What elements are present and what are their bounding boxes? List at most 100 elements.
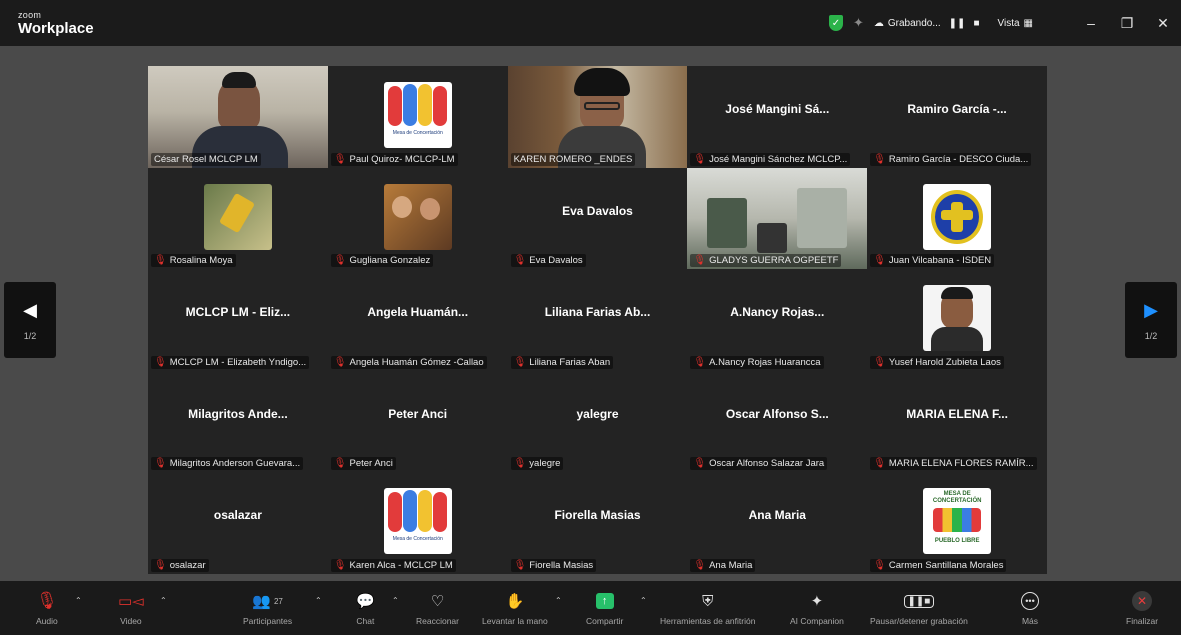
participant-display-name: Ramiro García -...	[907, 102, 1007, 116]
participant-tile[interactable]: Angela Huamán... 🎙 Angela Huamán Gómez -Ca…	[327, 269, 508, 371]
participant-name: Milagritos Anderson Guevara...	[169, 458, 301, 470]
ai-companion-label: AI Companion	[790, 616, 844, 626]
raise-hand-button[interactable]: ✋ Levantar la mano	[482, 581, 548, 635]
participant-name-label: 🎙 GLADYS GUERRA OGPEETF	[690, 254, 842, 268]
participant-display-name: Milagritos Ande...	[188, 406, 288, 421]
view-button[interactable]: Vista ▦	[997, 18, 1033, 29]
participant-tile[interactable]: yalegre 🎙 yalegre	[507, 370, 688, 473]
participants-label: Participantes	[243, 616, 293, 626]
participant-name: GLADYS GUERRA OGPEETF	[709, 255, 839, 267]
pause-recording-button[interactable]: ❚❚■ Pausar/detener grabación	[870, 581, 968, 635]
participants-caret-icon[interactable]: ⌃	[315, 596, 322, 605]
mic-muted-icon: 🎙	[333, 559, 347, 571]
video-button[interactable]: ▭◅ Video	[118, 581, 144, 635]
participant-name-label: 🎙 Paul Quiroz- MCLCP-LM	[330, 152, 458, 166]
next-page-button[interactable]: ▶ 1/2	[1125, 282, 1177, 358]
participant-display-name: Liliana Farias Ab...	[544, 305, 651, 320]
security-shield-icon[interactable]: ✓	[828, 15, 843, 31]
stop-icon[interactable]: ■	[973, 18, 979, 29]
participant-name: Eva Davalos	[529, 255, 583, 267]
participant-tile[interactable]: osalazar 🎙 osalazar	[148, 472, 328, 574]
end-meeting-button[interactable]: ✕ Finalizar	[1126, 581, 1158, 635]
participant-tile[interactable]: A.Nancy Rojas... 🎙 A.Nancy Rojas Huarancca	[687, 269, 868, 371]
participant-tile[interactable]: KAREN ROMERO _ENDES	[507, 66, 688, 168]
participant-name: Rosalina Moya	[169, 255, 233, 267]
audio-caret-icon[interactable]: ⌃	[75, 596, 82, 605]
video-caret-icon[interactable]: ⌃	[160, 596, 167, 605]
participant-name: A.Nancy Rojas Huarancca	[709, 356, 821, 368]
participant-name: Yusef Harold Zubieta Laos	[888, 356, 1001, 368]
mic-muted-icon: 🎙	[333, 255, 347, 267]
meeting-stage: ◀ 1/2 César Rosel MCLCP LM Mesa de Concer…	[0, 46, 1181, 581]
share-screen-icon: ↑	[595, 593, 614, 609]
participant-tile[interactable]: Ana Maria 🎙 Ana Maria	[687, 472, 868, 574]
participant-name-label: 🎙 MARIA ELENA FLORES RAMÍR...	[870, 457, 1037, 471]
end-x-icon: ✕	[1132, 591, 1153, 611]
host-tools-button[interactable]: ⛨ Herramientas de anfitrión	[660, 581, 755, 635]
participants-count: 27	[273, 596, 283, 606]
participant-tile[interactable]: MARIA ELENA F... 🎙 MARIA ELENA FLORES RAMÍ…	[867, 370, 1047, 473]
raise-hand-caret-icon[interactable]: ⌃	[555, 596, 562, 605]
participant-name: Fiorella Masias	[529, 559, 594, 571]
previous-page-button[interactable]: ◀ 1/2	[4, 282, 56, 358]
close-icon[interactable]: ✕	[1145, 15, 1181, 32]
participant-tile[interactable]: Milagritos Ande... 🎙 Milagritos Anderson G…	[148, 370, 328, 473]
participant-tile[interactable]: José Mangini Sá... 🎙 José Mangini Sánchez …	[687, 66, 868, 168]
app-brand: zoom Workplace	[18, 10, 94, 36]
ai-sparkle-icon[interactable]: ✦	[853, 15, 864, 31]
pause-icon[interactable]: ❚❚	[949, 18, 966, 29]
react-button[interactable]: ♡ Reaccionar	[416, 581, 459, 635]
participant-name: MARIA ELENA FLORES RAMÍR...	[888, 458, 1034, 470]
participant-name-label: 🎙 Milagritos Anderson Guevara...	[151, 457, 304, 471]
participant-name: yalegre	[529, 458, 561, 470]
participants-button[interactable]: 👥 27 Participantes	[243, 581, 292, 635]
participant-tile[interactable]: Liliana Farias Ab... 🎙 Liliana Farias Aban	[507, 269, 688, 371]
mic-muted-icon: 🎙	[513, 458, 527, 470]
participant-tile[interactable]: 🎙 Gugliana Gonzalez	[327, 167, 508, 270]
chat-button[interactable]: 💬 Chat	[356, 581, 375, 635]
participant-name: osalazar	[169, 559, 206, 571]
more-icon: •••	[1021, 590, 1039, 612]
participant-tile[interactable]: Ramiro García -... 🎙 Ramiro García - DESCO…	[867, 66, 1047, 168]
video-off-icon: ▭◅	[118, 593, 144, 610]
end-label: Finalizar	[1126, 616, 1159, 626]
participant-tile[interactable]: MCLCP LM - Eliz... 🎙 MCLCP LM - Elizabeth …	[148, 269, 328, 371]
chat-caret-icon[interactable]: ⌃	[392, 596, 399, 605]
participant-tile[interactable]: Mesa de Concertación 🎙 Karen Alca - MCLCP …	[327, 472, 508, 574]
page-indicator-right: 1/2	[1144, 330, 1158, 341]
gallery-view: César Rosel MCLCP LM Mesa de Concertación…	[148, 66, 1047, 574]
recording-label: Grabando...	[887, 17, 941, 29]
minimize-icon[interactable]: –	[1073, 15, 1109, 31]
participant-tile[interactable]: 🎙 Yusef Harold Zubieta Laos	[867, 269, 1047, 371]
participant-tile[interactable]: Fiorella Masias 🎙 Fiorella Masias	[507, 472, 688, 574]
participant-tile[interactable]: 🎙 Juan Vilcabana - ISDEN	[867, 167, 1047, 270]
participant-tile[interactable]: MESA DE CONCERTACIÓN PUEBLO LIBRE 🎙 Carmen …	[867, 472, 1047, 574]
ai-companion-button[interactable]: ✦ AI Companion	[790, 581, 844, 635]
mic-muted-icon: 🎙	[693, 153, 707, 165]
more-button[interactable]: ••• Más	[1021, 581, 1039, 635]
participant-tile[interactable]: Eva Davalos 🎙 Eva Davalos	[507, 167, 688, 270]
audio-button[interactable]: 🎙 Audio	[36, 581, 58, 635]
participant-name: Paul Quiroz- MCLCP-LM	[349, 153, 455, 165]
participant-display-name: Peter Anci	[388, 406, 448, 421]
heart-icon: ♡	[430, 593, 445, 610]
participant-name-label: 🎙 Liliana Farias Aban	[510, 355, 614, 369]
participant-tile[interactable]: Peter Anci 🎙 Peter Anci	[327, 370, 508, 473]
mic-muted-icon: 🎙	[513, 559, 527, 571]
participant-tile[interactable]: César Rosel MCLCP LM	[148, 66, 328, 168]
share-caret-icon[interactable]: ⌃	[640, 596, 647, 605]
participant-tile[interactable]: Mesa de Concertación 🎙 Paul Quiroz- MCLCP-…	[327, 66, 508, 168]
participant-name-label: KAREN ROMERO _ENDES	[510, 152, 636, 166]
participant-name: Karen Alca - MCLCP LM	[349, 559, 453, 571]
recording-indicator[interactable]: ☁ Grabando... ❚❚ ■	[874, 18, 980, 29]
chat-label: Chat	[356, 616, 375, 626]
participant-name-label: 🎙 Carmen Santillana Morales	[870, 558, 1007, 572]
mic-muted-icon: 🎙	[154, 458, 167, 470]
participant-tile[interactable]: Oscar Alfonso S... 🎙 Oscar Alfonso Salazar…	[687, 370, 868, 473]
share-button[interactable]: ↑ Compartir	[586, 581, 623, 635]
restore-icon[interactable]: ❐	[1109, 15, 1145, 32]
page-indicator-left: 1/2	[23, 330, 37, 341]
participant-tile[interactable]: 🎙 GLADYS GUERRA OGPEETF	[687, 167, 868, 270]
participant-name-label: 🎙 Karen Alca - MCLCP LM	[330, 558, 456, 572]
participant-tile[interactable]: 🎙 Rosalina Moya	[148, 167, 328, 270]
